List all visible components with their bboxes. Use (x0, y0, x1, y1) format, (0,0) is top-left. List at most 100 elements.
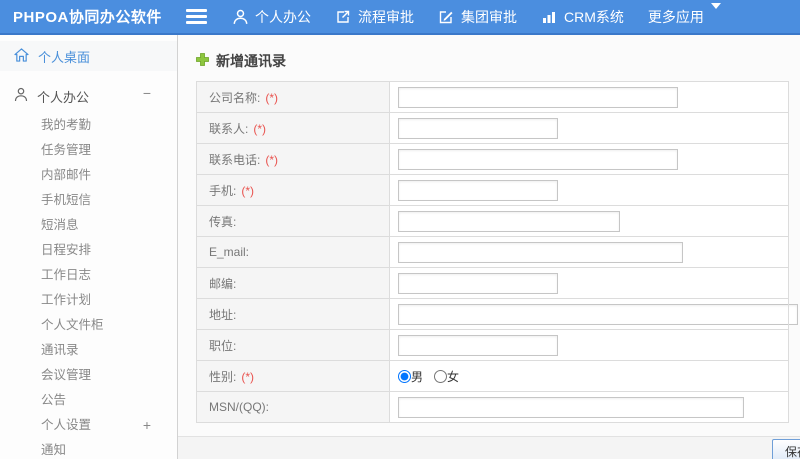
field-label-cell: 职位: (196, 329, 390, 361)
edit-icon (438, 9, 454, 25)
top-header: PHPOA协同办公软件 个人办公 流程审批 集团审批 CRM系统 更多应用 (0, 0, 800, 35)
sidebar-item[interactable]: 日程安排 (0, 238, 177, 263)
nav-item-1[interactable]: 个人办公 (233, 7, 311, 27)
user-icon (233, 9, 248, 25)
field-input[interactable] (398, 396, 744, 418)
sidebar-item[interactable]: 工作日志 (0, 263, 177, 288)
form-row: E_mail: (196, 236, 789, 268)
field-input[interactable] (398, 272, 558, 294)
radio-option-label: 女 (447, 369, 460, 384)
sidebar-item-label: 个人桌面 (38, 49, 91, 65)
radio-option[interactable]: 男 (398, 368, 423, 385)
field-label-cell: 传真: (196, 205, 390, 237)
sidebar-item-label: 通知 (41, 443, 67, 457)
field-value-cell (389, 112, 789, 144)
sidebar-item-label: 通讯录 (41, 343, 79, 357)
field-label: 传真: (209, 214, 237, 229)
radio-option-label: 男 (411, 369, 424, 384)
radio-button[interactable] (398, 369, 411, 383)
form-row: 性别: (*) 男女 (196, 360, 789, 392)
sidebar-item-personal-desktop[interactable]: 个人桌面 (0, 41, 177, 71)
sidebar-item[interactable]: 会议管理 (0, 363, 177, 388)
field-input[interactable] (398, 86, 678, 108)
nav-item-3[interactable]: 集团审批 (438, 7, 517, 27)
required-mark: (*) (253, 121, 267, 136)
field-value-cell (389, 205, 789, 237)
field-input[interactable] (398, 179, 558, 201)
user-icon (14, 87, 28, 105)
field-label: 职位: (209, 338, 237, 353)
sidebar-item-label: 工作日志 (41, 268, 92, 282)
field-input[interactable] (398, 148, 678, 170)
field-input[interactable] (398, 334, 558, 356)
nav-item-label: 个人办公 (255, 8, 311, 25)
expand-plus-indicator[interactable]: + (143, 413, 151, 438)
form-row: 职位: (196, 329, 789, 361)
form-row: 邮编: (196, 267, 789, 299)
share-icon (335, 9, 351, 25)
field-label-cell: 地址: (196, 298, 390, 330)
hamburger-menu-icon[interactable] (186, 9, 207, 24)
sidebar-item-label: 公告 (41, 393, 67, 407)
sidebar-item[interactable]: 内部邮件 (0, 163, 177, 188)
sidebar-section-personal-office[interactable]: 个人办公 − (0, 83, 177, 109)
sidebar: 个人桌面 个人办公 − 我的考勤任务管理内部邮件手机短信短消息日程安排工作日志工… (0, 35, 178, 459)
sidebar-item[interactable]: 手机短信 (0, 188, 177, 213)
field-label: MSN/(QQ): (209, 400, 269, 414)
top-nav: 个人办公 流程审批 集团审批 CRM系统 更多应用 (233, 2, 745, 27)
sidebar-item[interactable]: 任务管理 (0, 138, 177, 163)
field-label-cell: E_mail: (196, 236, 390, 268)
form-row: 手机: (*) (196, 174, 789, 206)
sidebar-item[interactable]: 我的考勤 (0, 113, 177, 138)
page-title-row: 新增通讯录 (196, 51, 800, 71)
sidebar-item[interactable]: 个人文件柜 (0, 313, 177, 338)
field-value-cell (389, 267, 789, 299)
nav-item-2[interactable]: 流程审批 (335, 7, 414, 27)
collapse-minus-indicator[interactable]: − (143, 85, 151, 101)
field-input[interactable] (398, 117, 558, 139)
field-value-cell: 男女 (389, 360, 789, 392)
field-value-cell (389, 391, 789, 423)
field-label-cell: 邮编: (196, 267, 390, 299)
field-label-cell: 性别: (*) (196, 360, 390, 392)
sidebar-item[interactable]: 个人设置 + (0, 413, 177, 438)
field-label: 联系电话: (209, 152, 261, 167)
sidebar-item-label: 短消息 (41, 218, 79, 232)
field-label: 地址: (209, 307, 237, 322)
sidebar-section-label: 个人办公 (37, 89, 90, 105)
main-content: 新增通讯录 公司名称: (*) 联系人: (*) 联系电话: (*) 手机: (*) 传真: E_… (178, 35, 800, 459)
field-label-cell: 联系电话: (*) (196, 143, 390, 175)
field-value-cell (389, 81, 789, 113)
nav-item-5[interactable]: 更多应用 (647, 2, 721, 27)
field-value-cell (389, 298, 798, 330)
field-value-cell (389, 329, 789, 361)
nav-item-label: 更多应用 (647, 8, 704, 25)
field-input[interactable] (398, 241, 683, 263)
nav-item-label: 集团审批 (461, 8, 517, 25)
field-label: 联系人: (209, 121, 249, 136)
field-label: 公司名称: (209, 90, 261, 105)
field-input[interactable] (398, 210, 620, 232)
radio-button[interactable] (434, 369, 448, 383)
sidebar-item[interactable]: 工作计划 (0, 288, 177, 313)
sidebar-item[interactable]: 通讯录 (0, 338, 177, 363)
home-icon (14, 47, 29, 65)
sidebar-item-label: 手机短信 (41, 193, 92, 207)
sidebar-item[interactable]: 公告 (0, 388, 177, 413)
sidebar-item-label: 我的考勤 (41, 118, 92, 132)
required-mark: (*) (265, 152, 279, 167)
sidebar-item[interactable]: 短消息 (0, 213, 177, 238)
nav-item-4[interactable]: CRM系统 (541, 7, 624, 27)
form-row: 地址: (196, 298, 798, 330)
form-row: 联系电话: (*) (196, 143, 789, 175)
form-row: 联系人: (*) (196, 112, 789, 144)
form-footer: 保存 (178, 436, 800, 459)
save-button[interactable]: 保存 (772, 439, 800, 459)
sidebar-item-label: 内部邮件 (41, 168, 92, 182)
field-label: E_mail: (209, 245, 250, 259)
sidebar-item[interactable]: 通知 (0, 438, 177, 459)
field-input[interactable] (398, 303, 798, 325)
radio-option[interactable]: 女 (434, 368, 459, 385)
required-mark: (*) (241, 369, 255, 384)
sidebar-item-label: 任务管理 (41, 143, 92, 157)
